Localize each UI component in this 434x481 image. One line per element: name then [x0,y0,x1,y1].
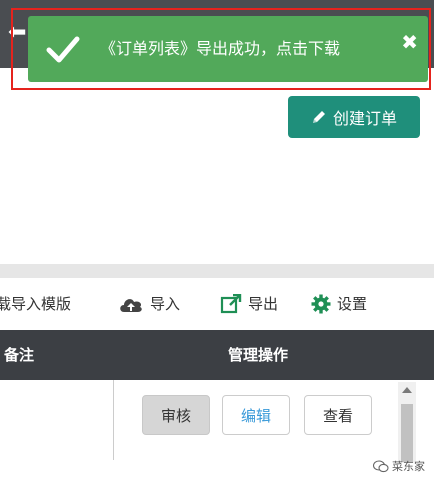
import-label: 导入 [150,295,181,313]
watermark: 菜东家 [373,458,425,474]
download-template-label: 载导入模版 [0,295,72,313]
external-link-icon [220,294,242,314]
audit-button[interactable]: 审核 [142,395,210,435]
download-template-link[interactable]: 载导入模版 [0,278,71,330]
gear-icon [311,294,331,314]
create-order-button[interactable]: 创建订单 [288,96,420,138]
settings-label: 设置 [337,295,368,313]
watermark-text: 菜东家 [392,460,425,473]
section-divider [0,264,434,278]
table-header: 备注 管理操作 [0,330,434,380]
edit-button[interactable]: 编辑 [222,395,290,435]
pencil-icon [312,111,325,123]
view-button[interactable]: 查看 [304,395,372,435]
scrollbar-thumb[interactable] [401,404,413,462]
table-toolbar: 载导入模版 导入 导出 设置 [0,278,434,330]
column-header-remark: 备注 [4,346,35,364]
cloud-upload-icon [120,299,142,312]
settings-button[interactable]: 设置 [311,278,367,330]
column-header-actions: 管理操作 [228,346,289,364]
create-order-label: 创建订单 [332,109,397,128]
export-button[interactable]: 导出 [220,278,278,330]
import-button[interactable]: 导入 [118,278,180,330]
export-label: 导出 [248,295,279,313]
wechat-icon [373,459,389,472]
vertical-scrollbar[interactable] [398,382,416,462]
annotation-highlight-box [11,8,431,90]
table-cell-divider [113,380,114,460]
scroll-up-icon[interactable] [398,382,416,398]
